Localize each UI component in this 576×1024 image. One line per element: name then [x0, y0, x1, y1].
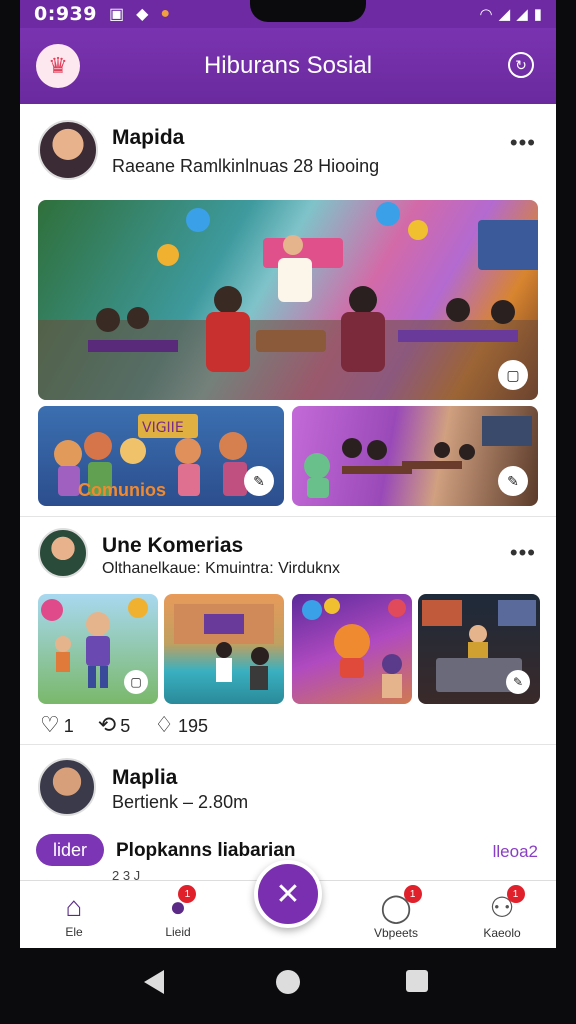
more-icon[interactable]: ••• — [510, 540, 536, 566]
crossed-swords-icon[interactable]: ✕ — [254, 860, 322, 928]
tag-pill[interactable]: lider — [36, 834, 104, 866]
battery-icon: ▮ — [533, 6, 542, 23]
gallery-image-4[interactable]: ✎ — [418, 594, 540, 704]
post-header: Mapida Raeane Ramlkinlnuas 28 Hiooing ••… — [20, 104, 556, 196]
edit-icon-2[interactable]: ✎ — [498, 466, 528, 496]
share-icon: ⟲ — [97, 712, 117, 737]
nav-chat[interactable]: ● 1 Lieid — [138, 885, 218, 939]
profile-icon: ⚇ 1 — [489, 885, 525, 924]
share-button[interactable]: ⟲ 5 — [98, 712, 130, 738]
party-scene — [38, 202, 538, 400]
post-subtitle: Bertienk – 2.80m — [112, 792, 249, 812]
fox-character-scene — [302, 598, 406, 698]
promo-sub: 2 3 J — [112, 868, 141, 880]
post-subtitle: Raeane Ramlkinlnuas 28 Hiooing — [112, 156, 380, 176]
post-author[interactable]: Maplia — [112, 766, 177, 790]
like-count: 1 — [63, 716, 74, 736]
home-icon: ⌂ — [65, 891, 83, 922]
post-divider — [20, 744, 556, 745]
badge: 1 — [178, 885, 197, 903]
post-subtitle: Olthanelkaue: Kmuintra: Virduknx — [102, 560, 341, 577]
notification-icon: ▣ — [108, 6, 125, 23]
edit-icon[interactable]: ✎ — [244, 466, 274, 496]
orange-app-icon: ● — [160, 5, 171, 22]
comment-count: 195 — [177, 716, 208, 736]
status-bar: 0:939 ▣ ◆ ● ◠ ◢ ◢ ▮ — [20, 0, 556, 28]
camera-notch — [250, 0, 366, 22]
thumb-sign-text: VIGIIE — [142, 420, 184, 436]
post-actions: ♡ 1 ⟲ 5 ♢ 195 — [40, 712, 208, 738]
post-thumb-1[interactable]: VIGIIE Comunios ✎ — [38, 406, 284, 506]
comment-icon: ♢ — [154, 712, 174, 737]
status-time: 0:939 — [34, 3, 97, 25]
avatar[interactable] — [38, 120, 98, 180]
recents-icon[interactable] — [406, 970, 428, 992]
thumb-title-text: Comunios — [78, 480, 166, 500]
home-button-icon[interactable] — [276, 970, 300, 994]
post-author[interactable]: Une Komerias — [102, 534, 243, 558]
nav-home[interactable]: ⌂ Ele — [34, 891, 114, 939]
nav-label: Ele — [65, 925, 83, 939]
phone-frame: 0:939 ▣ ◆ ● ◠ ◢ ◢ ▮ ♛ Hiburans Sosial ↻ … — [0, 0, 576, 1024]
post-main-image[interactable]: ▢ — [38, 200, 538, 400]
badge: 1 — [506, 885, 525, 903]
share-count: 5 — [120, 716, 131, 736]
like-button[interactable]: ♡ 1 — [40, 712, 74, 738]
heart-icon: ♡ — [40, 712, 60, 737]
pool-scene — [174, 604, 274, 690]
signal-icon: ◢ — [498, 6, 511, 23]
app-notification-icon: ◆ — [136, 6, 149, 23]
refresh-icon[interactable]: ↻ — [508, 52, 534, 78]
signal-icon-2: ◢ — [516, 6, 528, 23]
back-icon[interactable] — [144, 970, 164, 994]
square-icon[interactable]: ▢ — [124, 670, 148, 694]
chat-icon: ● 1 — [170, 885, 197, 923]
nav-label: Kaeolo — [483, 926, 521, 940]
nav-label: Lieid — [165, 925, 191, 939]
gallery-image-2[interactable] — [164, 594, 284, 704]
feed[interactable]: Mapida Raeane Ramlkinlnuas 28 Hiooing ••… — [20, 104, 556, 880]
avatar[interactable] — [38, 758, 96, 816]
gallery-image-3[interactable] — [292, 594, 412, 704]
gallery-image-1[interactable]: ▢ — [38, 594, 158, 704]
promo-link[interactable]: lleoa2 — [493, 842, 538, 862]
system-nav — [0, 948, 576, 1024]
promo-title[interactable]: Plopkanns liabarian — [116, 840, 296, 862]
app-title: Hiburans Sosial — [203, 52, 373, 79]
badge: 1 — [403, 885, 422, 903]
more-icon[interactable]: ••• — [510, 130, 536, 156]
square-icon[interactable]: ▢ — [498, 360, 528, 390]
avatar[interactable] — [38, 528, 88, 578]
edit-icon[interactable]: ✎ — [506, 670, 530, 694]
nav-label: Vbpeets — [373, 926, 419, 940]
messages-icon: ◯ 1 — [380, 885, 422, 924]
post-thumb-2[interactable]: ✎ — [292, 406, 538, 506]
post-divider — [20, 516, 556, 517]
wifi-icon: ◠ — [479, 6, 493, 23]
nav-messages[interactable]: ◯ 1 Vbpeets — [356, 885, 436, 940]
post-author[interactable]: Mapida — [112, 126, 184, 150]
app-bar: ♛ Hiburans Sosial ↻ — [20, 28, 556, 104]
comment-button[interactable]: ♢ 195 — [154, 712, 208, 738]
nav-profile[interactable]: ⚇ 1 Kaeolo — [462, 885, 542, 940]
